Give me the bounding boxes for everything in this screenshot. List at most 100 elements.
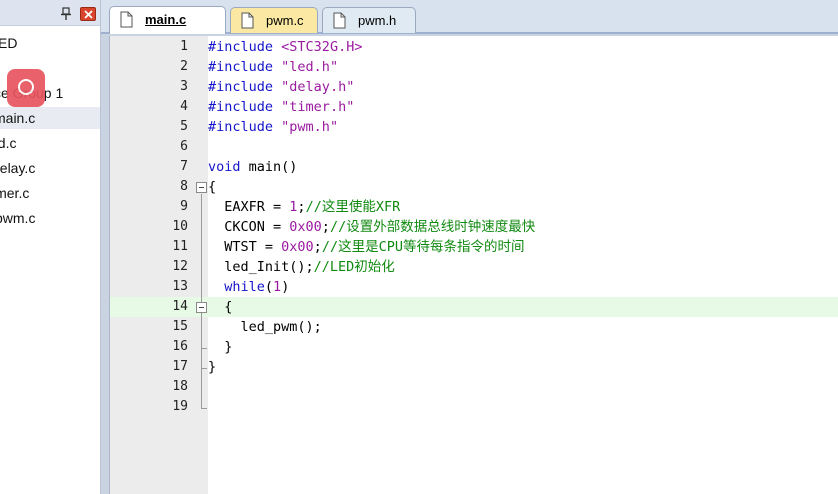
comment: //设置外部数据总线时钟速度最快: [329, 219, 536, 235]
tree-item-led-c[interactable]: ed.c: [0, 132, 100, 154]
close-icon[interactable]: [80, 7, 96, 21]
code-editor[interactable]: 1 2 3 4 5 6 7 8 9 10 11 12 13 14 15 16 1…: [109, 36, 838, 494]
number-literal: 0x00: [281, 239, 314, 255]
project-panel: ED ce Group 1 main.c ed.c delay.c imer.c…: [0, 0, 101, 494]
code-text: CKCON =: [208, 219, 290, 235]
tree-item-label: main.c: [0, 110, 36, 126]
tab-pwm-h[interactable]: pwm.h: [322, 7, 416, 33]
comment: //LED初始化: [313, 259, 395, 275]
line-number: 5: [180, 119, 188, 134]
number-literal: 1: [273, 279, 282, 295]
line-number: 17: [172, 359, 188, 374]
tree-item-target[interactable]: ED: [0, 32, 100, 54]
tab-label: main.c: [145, 12, 187, 27]
code-line: EAXFR = 1;//这里使能XFR: [208, 197, 400, 217]
tree-item-label: pwm.c: [0, 210, 36, 226]
code-line: {: [208, 299, 233, 315]
code-line: #include <STC32G.H>: [208, 37, 362, 57]
preprocessor-directive: #include: [208, 39, 274, 55]
line-number: 8: [180, 179, 188, 194]
line-number: 18: [172, 379, 188, 394]
tree-item-label: ed.c: [0, 135, 17, 151]
comment: //这里是CPU等待每条指令的时间: [321, 239, 525, 255]
code-text: led_Init();: [208, 259, 314, 275]
code-text: ;: [321, 219, 330, 235]
line-number: 9: [180, 199, 188, 214]
code-line: #include "led.h": [208, 57, 338, 77]
code-line: led_pwm();: [208, 319, 322, 335]
include-path: "pwm.h": [281, 119, 339, 135]
keyword: while: [224, 279, 265, 295]
number-literal: 0x00: [289, 219, 322, 235]
preprocessor-directive: #include: [208, 119, 274, 135]
fold-guide: [201, 369, 202, 409]
file-icon: [120, 11, 133, 28]
tree-item-timer-c[interactable]: imer.c: [0, 182, 100, 204]
code-line: led_Init();//LED初始化: [208, 257, 395, 277]
include-path: "led.h": [281, 59, 339, 75]
code-line: }: [208, 339, 233, 355]
line-number: 12: [172, 259, 188, 274]
code-text: main(): [240, 159, 298, 175]
line-number: 11: [172, 239, 188, 254]
line-number: 7: [180, 159, 188, 174]
tree-item-main-c[interactable]: main.c: [0, 107, 100, 129]
fold-guide-end: [201, 408, 207, 409]
tree-item-label: imer.c: [0, 185, 30, 201]
fold-guide: [201, 194, 202, 368]
fold-guide-end: [201, 348, 207, 349]
editor-frame: main.c pwm.c pwm.h 1 2 3 4 5 6 7 8 9 10 …: [101, 0, 838, 494]
preprocessor-directive: #include: [208, 59, 274, 75]
code-line: void main(): [208, 157, 297, 177]
tab-strip: main.c pwm.c pwm.h: [101, 0, 838, 34]
tree-item-label: ED: [0, 35, 18, 51]
preprocessor-directive: #include: [208, 99, 274, 115]
line-number: 14: [172, 299, 188, 314]
code-line: CKCON = 0x00;//设置外部数据总线时钟速度最快: [208, 217, 535, 237]
file-icon: [241, 12, 254, 29]
code-text: EAXFR =: [208, 199, 290, 215]
project-panel-header: [0, 0, 100, 26]
code-text: (: [264, 279, 274, 295]
code-text: ): [281, 279, 290, 295]
line-number: 2: [180, 59, 188, 74]
code-line: #include "pwm.h": [208, 117, 338, 137]
tab-main-c[interactable]: main.c: [109, 6, 226, 34]
line-number: 19: [172, 399, 188, 414]
preprocessor-directive: #include: [208, 79, 274, 95]
tab-label: pwm.h: [358, 13, 397, 28]
line-number: 16: [172, 339, 188, 354]
tree-item-pwm-c[interactable]: pwm.c: [0, 207, 100, 229]
code-text: ;: [297, 199, 306, 215]
code-text: ;: [313, 239, 322, 255]
code-line: #include "timer.h": [208, 97, 354, 117]
line-number: 15: [172, 319, 188, 334]
include-path: "delay.h": [281, 79, 355, 95]
code-line: WTST = 0x00;//这里是CPU等待每条指令的时间: [208, 237, 524, 257]
line-number: 13: [172, 279, 188, 294]
fold-toggle-icon[interactable]: [196, 182, 207, 193]
include-path: "timer.h": [281, 99, 355, 115]
fold-toggle-icon[interactable]: [196, 302, 207, 313]
tree-item-label: delay.c: [0, 160, 36, 176]
tab-pwm-c[interactable]: pwm.c: [230, 7, 318, 33]
record-overlay-icon[interactable]: [7, 69, 45, 107]
line-number: 1: [180, 39, 188, 54]
code-line: while(1): [208, 277, 289, 297]
pin-icon[interactable]: [60, 6, 72, 20]
code-text: WTST =: [208, 239, 282, 255]
code-line: {: [208, 179, 217, 195]
comment: //这里使能XFR: [305, 199, 401, 215]
file-icon: [333, 12, 346, 29]
code-line: #include "delay.h": [208, 77, 354, 97]
line-number: 3: [180, 79, 188, 94]
include-path: <STC32G.H>: [281, 39, 363, 55]
tab-label: pwm.c: [266, 13, 304, 28]
line-number: 4: [180, 99, 188, 114]
tree-item-delay-c[interactable]: delay.c: [0, 157, 100, 179]
keyword: void: [208, 159, 241, 175]
code-line: }: [208, 359, 217, 375]
line-number: 6: [180, 139, 188, 154]
line-number: 10: [172, 219, 188, 234]
